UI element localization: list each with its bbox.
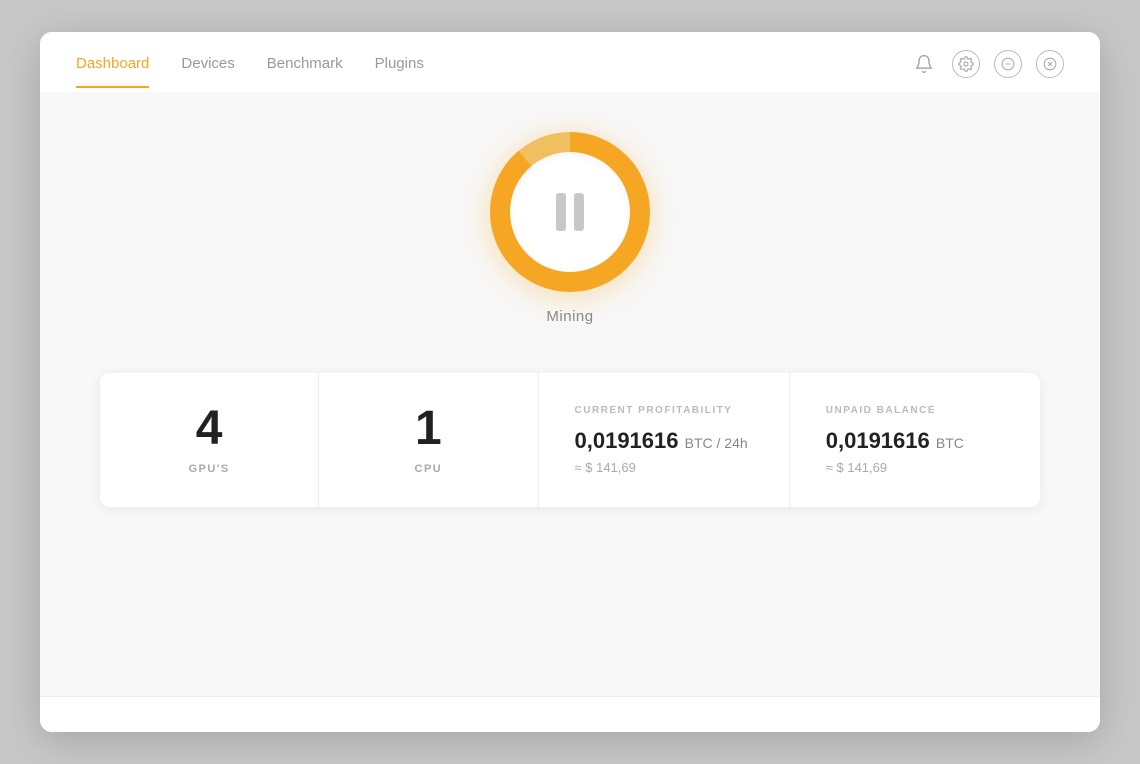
stat-card-cpu: 1 CPU [319, 373, 538, 507]
header-icons [910, 50, 1064, 92]
balance-btc-value: 0,0191616 BTC [826, 428, 964, 454]
cpu-count: 1 [415, 405, 442, 453]
nav-tabs: Dashboard Devices Benchmark Plugins [76, 55, 424, 88]
balance-btc-unit: BTC [936, 435, 964, 451]
profitability-btc-value: 0,0191616 BTC / 24h [575, 428, 748, 454]
mining-section: Mining [490, 132, 650, 325]
pause-bar-left [556, 193, 566, 231]
mining-status-label: Mining [546, 308, 593, 325]
bottom-strip [40, 696, 1100, 732]
close-icon[interactable] [1036, 50, 1064, 78]
balance-usd: ≈ $ 141,69 [826, 460, 887, 475]
notification-icon[interactable] [910, 50, 938, 78]
mining-btn-inner [510, 152, 630, 272]
main-content: Mining 4 GPU'S 1 CPU CURRENT PROFITABILI… [40, 92, 1100, 696]
tab-plugins[interactable]: Plugins [375, 55, 424, 88]
tab-benchmark[interactable]: Benchmark [267, 55, 343, 88]
cpu-label: CPU [415, 463, 443, 475]
pause-icon [556, 193, 584, 231]
gpu-label: GPU'S [188, 463, 229, 475]
header: Dashboard Devices Benchmark Plugins [40, 32, 1100, 92]
pause-bar-right [574, 193, 584, 231]
mining-button[interactable] [490, 132, 650, 292]
profitability-usd: ≈ $ 141,69 [575, 460, 636, 475]
settings-icon[interactable] [952, 50, 980, 78]
profitability-btc-unit: BTC / 24h [685, 435, 748, 451]
app-window: Dashboard Devices Benchmark Plugins [40, 32, 1100, 732]
stats-row: 4 GPU'S 1 CPU CURRENT PROFITABILITY 0,01… [100, 373, 1040, 507]
stat-card-balance: UNPAID BALANCE 0,0191616 BTC ≈ $ 141,69 [790, 373, 1040, 507]
balance-section-label: UNPAID BALANCE [826, 405, 936, 416]
tab-devices[interactable]: Devices [181, 55, 234, 88]
minimize-icon[interactable] [994, 50, 1022, 78]
tab-dashboard[interactable]: Dashboard [76, 55, 149, 88]
profitability-section-label: CURRENT PROFITABILITY [575, 405, 733, 416]
gpu-count: 4 [196, 405, 223, 453]
stat-card-gpus: 4 GPU'S [100, 373, 319, 507]
stat-card-profitability: CURRENT PROFITABILITY 0,0191616 BTC / 24… [539, 373, 790, 507]
